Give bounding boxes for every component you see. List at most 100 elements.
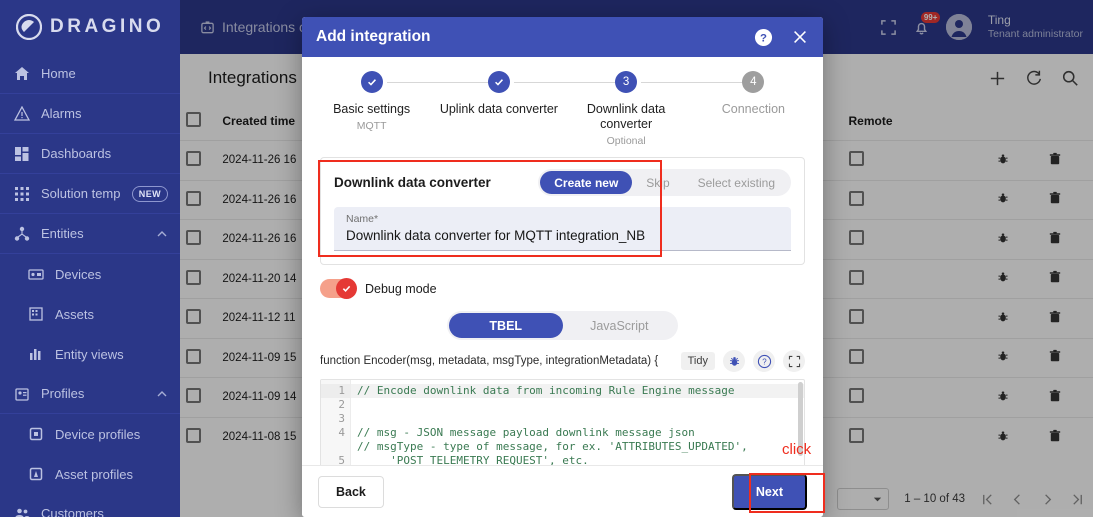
converter-name-input[interactable]: Downlink data converter for MQTT integra…: [346, 228, 779, 243]
svg-text:?: ?: [760, 32, 767, 44]
debug-mode-label: Debug mode: [365, 281, 437, 296]
brand-logo-block: DRAGINO: [0, 0, 180, 54]
sidebar-item-home[interactable]: Home: [0, 54, 180, 94]
line-number: 2: [338, 398, 345, 411]
sidebar-item-label: Alarms: [41, 106, 82, 121]
line-number: 1: [321, 384, 350, 398]
sidebar-item-label: Dashboards: [41, 146, 112, 161]
mode-create-new-button[interactable]: Create new: [540, 171, 633, 194]
sidebar-item-label: Assets: [55, 306, 95, 322]
tidy-button[interactable]: Tidy: [680, 352, 715, 370]
sidebar-item-dashboards[interactable]: Dashboards: [0, 134, 180, 174]
step-connector: [513, 82, 627, 83]
click-annotation: click: [782, 441, 812, 458]
add-integration-dialog: Add integration ? Basic settings MQTT Up…: [302, 17, 823, 517]
dashboards-icon: [14, 146, 30, 162]
sidebar-item-label: Device profiles: [55, 426, 141, 442]
brand-name: DRAGINO: [50, 16, 165, 37]
sidebar-item-label: Asset profiles: [55, 466, 134, 482]
dialog-stepper: Basic settings MQTT Uplink data converte…: [302, 57, 823, 151]
function-signature: function Encoder(msg, metadata, msgType,…: [320, 355, 659, 367]
line-number: 3: [338, 412, 345, 425]
step-label: Downlink data converter: [586, 102, 666, 131]
sidebar-item-entity-views[interactable]: Entity views: [0, 334, 180, 374]
step-sublabel: Optional: [606, 135, 646, 147]
converter-name-label: Name*: [346, 213, 379, 225]
converter-name-field[interactable]: Name* Downlink data converter for MQTT i…: [334, 207, 791, 251]
sidebar-item-label: Customers: [41, 506, 104, 517]
dialog-title: Add integration: [316, 28, 431, 45]
app-root: DRAGINO Home Alarms Dashboards Solution: [0, 0, 1093, 517]
step-marker: [360, 71, 383, 93]
converter-section-title: Downlink data converter: [334, 175, 491, 190]
sidebar-item-label: Devices: [55, 266, 102, 282]
step-connection[interactable]: 4 Connection: [690, 71, 817, 120]
sidebar-item-profiles[interactable]: Profiles: [0, 374, 180, 414]
asset-profile-icon: [28, 466, 44, 482]
sidebar-item-solution-templates[interactable]: Solution templates NEW: [0, 174, 180, 214]
dialog-body: Downlink data converter Create new Skip …: [302, 151, 823, 465]
step-label: Connection: [721, 102, 785, 116]
grid-icon: [14, 186, 30, 202]
step-uplink-data-converter[interactable]: Uplink data converter: [435, 71, 627, 120]
next-button[interactable]: Next: [731, 473, 807, 510]
fullscreen-icon[interactable]: [783, 350, 805, 372]
close-icon[interactable]: [791, 28, 809, 46]
alarm-triangle-icon: [14, 105, 30, 122]
sidebar-item-label: Profiles: [41, 386, 85, 401]
language-tabs: TBEL JavaScript: [447, 311, 678, 340]
step-marker: [487, 71, 510, 93]
mode-skip-button[interactable]: Skip: [632, 171, 683, 194]
sidebar-item-customers[interactable]: Customers: [0, 494, 180, 517]
converter-header-row: Downlink data converter Create new Skip …: [334, 169, 791, 196]
step-marker: 3: [615, 71, 638, 93]
device-icon: [28, 266, 44, 282]
step-connector: [386, 82, 499, 83]
profiles-icon: [14, 386, 30, 402]
line-number: 4: [338, 426, 345, 439]
help-icon[interactable]: ?: [753, 350, 775, 372]
step-label: Uplink data converter: [439, 102, 558, 116]
svg-text:?: ?: [762, 357, 767, 366]
tab-tbel[interactable]: TBEL: [449, 313, 563, 338]
step-marker: 4: [742, 71, 765, 93]
sidebar-item-asset-profiles[interactable]: Asset profiles: [0, 454, 180, 494]
dialog-footer: Back Next: [302, 465, 823, 517]
step-label: Basic settings: [333, 102, 411, 116]
editor-content[interactable]: // Encode downlink data from incoming Ru…: [351, 380, 804, 465]
sidebar: DRAGINO Home Alarms Dashboards Solution: [0, 0, 180, 517]
dragino-logo-icon: [16, 14, 42, 40]
debug-bug-icon[interactable]: [723, 350, 745, 372]
step-basic-settings[interactable]: Basic settings MQTT: [308, 71, 499, 132]
step-connector: [641, 82, 754, 83]
toggle-knob: [336, 278, 357, 299]
converter-mode-toggle-group: Create new Skip Select existing: [538, 169, 791, 196]
sidebar-item-label: Entity views: [55, 346, 124, 362]
sidebar-item-device-profiles[interactable]: Device profiles: [0, 414, 180, 454]
line-number: 5: [338, 454, 345, 465]
chevron-up-icon: [156, 228, 168, 240]
debug-mode-toggle[interactable]: [320, 278, 357, 299]
dialog-header-actions: ?: [754, 28, 809, 47]
mode-select-existing-button[interactable]: Select existing: [684, 171, 789, 194]
debug-mode-row: Debug mode: [320, 278, 805, 299]
code-editor[interactable]: 1 2 3 4 5 6 // Encode downlink data from…: [320, 379, 805, 465]
device-profile-icon: [28, 426, 44, 442]
help-icon[interactable]: ?: [754, 28, 773, 47]
downlink-converter-card: Downlink data converter Create new Skip …: [320, 157, 805, 265]
back-button[interactable]: Back: [318, 475, 384, 508]
sidebar-item-assets[interactable]: Assets: [0, 294, 180, 334]
chevron-up-icon: [156, 388, 168, 400]
sidebar-item-devices[interactable]: Devices: [0, 254, 180, 294]
sidebar-item-alarms[interactable]: Alarms: [0, 94, 180, 134]
new-badge: NEW: [131, 185, 168, 202]
steps-list: Basic settings MQTT Uplink data converte…: [308, 71, 817, 147]
tab-javascript[interactable]: JavaScript: [563, 313, 677, 338]
dialog-header: Add integration ?: [302, 17, 823, 57]
editor-tools: Tidy ?: [680, 350, 805, 372]
customers-icon: [14, 506, 30, 517]
sidebar-item-label: Solution templates: [41, 186, 121, 201]
function-signature-row: function Encoder(msg, metadata, msgType,…: [320, 350, 805, 372]
sidebar-item-entities[interactable]: Entities: [0, 214, 180, 254]
asset-icon: [28, 306, 44, 322]
